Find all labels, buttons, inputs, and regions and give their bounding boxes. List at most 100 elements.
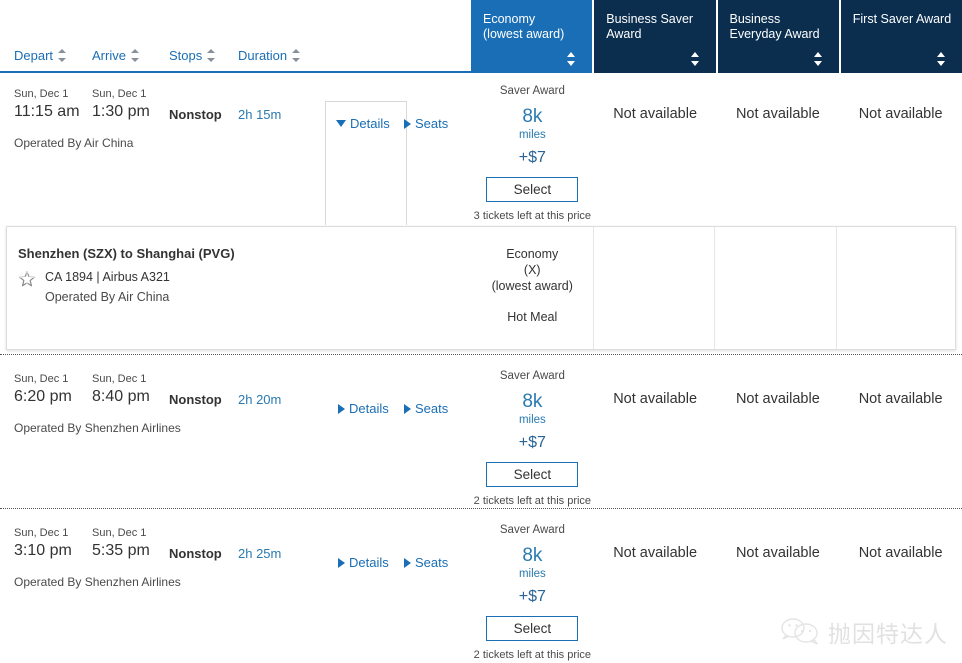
fare-grid: Saver Award 8k miles +$7 Select 2 ticket… — [471, 358, 962, 507]
details-toggle[interactable]: Details — [338, 401, 389, 416]
arrive-day: Sun, Dec 1 — [92, 527, 147, 539]
sort-arrows-icon[interactable] — [58, 49, 67, 62]
depart-block: Sun, Dec 1 3:10 pm — [14, 526, 72, 561]
flight-row[interactable]: Sun, Dec 1 11:15 am Sun, Dec 1 1:30 pm N… — [0, 73, 962, 225]
arrive-day: Sun, Dec 1 — [92, 373, 147, 385]
arrive-time: 8:40 pm — [92, 388, 150, 405]
fare-cell-economy[interactable]: Saver Award 8k miles +$7 Select 3 ticket… — [471, 73, 594, 225]
flight-details-panel: Shenzhen (SZX) to Shanghai (PVG) CA 1894… — [6, 226, 956, 350]
watermark-text: 抛因特达人 — [828, 622, 948, 648]
stops-value: Nonstop — [169, 107, 222, 122]
sort-stops[interactable]: Stops — [169, 48, 216, 63]
duration-value: 2h 20m — [238, 392, 282, 407]
details-toggle[interactable]: Details — [336, 116, 390, 131]
sort-arrows-icon[interactable] — [690, 52, 700, 66]
flight-segment-summary: Sun, Dec 1 6:20 pm Sun, Dec 1 8:40 pm No… — [0, 358, 471, 505]
tax-value: +$7 — [518, 588, 546, 605]
watermark: 抛因特达人 — [780, 615, 948, 649]
fare-header-label: Business Saver Award — [606, 12, 694, 41]
details-cabin-label: Economy (X) (lowest award) — [491, 247, 573, 293]
arrive-day: Sun, Dec 1 — [92, 88, 147, 100]
sort-arrive-label: Arrive — [92, 48, 126, 63]
not-available-label: Not available — [858, 391, 943, 407]
sort-arrive[interactable]: Arrive — [92, 48, 139, 63]
seats-toggle[interactable]: Seats — [404, 116, 448, 131]
sort-arrows-icon[interactable] — [207, 49, 216, 62]
operated-by: Operated By Air China — [14, 136, 134, 150]
flight-row[interactable]: Sun, Dec 1 6:20 pm Sun, Dec 1 8:40 pm No… — [0, 358, 962, 507]
chevron-right-icon — [338, 403, 345, 414]
tickets-left-note: 3 tickets left at this price — [473, 210, 592, 222]
duration-value: 2h 25m — [238, 546, 282, 561]
not-available-label: Not available — [858, 545, 943, 561]
seats-label: Seats — [415, 555, 449, 570]
sort-arrows-icon[interactable] — [130, 49, 139, 62]
miles-label: miles — [518, 568, 546, 580]
chevron-down-icon — [336, 120, 346, 127]
fare-header-label: Business Everyday Award — [729, 12, 820, 41]
sort-arrows-icon[interactable] — [292, 49, 301, 62]
award-name: Saver Award — [499, 370, 565, 382]
chevron-right-icon — [338, 557, 345, 568]
miles-value: 8k — [522, 106, 543, 127]
fare-header-economy[interactable]: Economy (lowest award) — [471, 0, 593, 73]
sort-arrows-icon[interactable] — [813, 52, 823, 66]
details-flight-number: CA 1894 | Airbus A321 — [45, 270, 170, 284]
select-button[interactable]: Select — [486, 462, 579, 487]
details-label: Details — [349, 555, 389, 570]
details-fare-business-saver — [592, 227, 715, 349]
miles-label: miles — [518, 414, 546, 426]
star-alliance-icon — [18, 270, 36, 288]
details-panel-left: Shenzhen (SZX) to Shanghai (PVG) CA 1894… — [7, 227, 472, 349]
sort-duration-label: Duration — [238, 48, 288, 63]
sort-depart-label: Depart — [14, 48, 54, 63]
fare-cell-business-saver: Not available — [594, 358, 717, 505]
not-available-label: Not available — [858, 106, 943, 122]
fare-cell-first-saver: Not available — [839, 73, 962, 225]
depart-day: Sun, Dec 1 — [14, 88, 69, 100]
award-name: Saver Award — [499, 524, 565, 536]
sort-arrows-icon[interactable] — [937, 52, 946, 66]
fare-cell-economy[interactable]: Saver Award 8k miles +$7 Select 2 ticket… — [471, 512, 594, 663]
fare-cell-business-saver: Not available — [594, 73, 717, 225]
not-available-label: Not available — [735, 106, 820, 122]
operated-by: Operated By Shenzhen Airlines — [14, 421, 181, 435]
seats-label: Seats — [415, 401, 449, 416]
details-toggle[interactable]: Details — [338, 555, 389, 570]
fare-cell-economy[interactable]: Saver Award 8k miles +$7 Select 2 ticket… — [471, 358, 594, 507]
details-route: Shenzhen (SZX) to Shanghai (PVG) — [18, 246, 235, 261]
tickets-left-note: 2 tickets left at this price — [473, 649, 592, 661]
row-separator — [0, 354, 962, 355]
miles-label: miles — [518, 129, 546, 141]
sort-depart[interactable]: Depart — [14, 48, 67, 63]
sort-stops-label: Stops — [169, 48, 203, 63]
not-available-label: Not available — [613, 545, 698, 561]
details-fare-grid: Economy (X) (lowest award) Hot Meal — [472, 227, 957, 349]
fare-header-business-everyday[interactable]: Business Everyday Award — [717, 0, 839, 73]
award-name: Saver Award — [499, 85, 565, 97]
chevron-right-icon — [404, 557, 411, 568]
chevron-right-icon — [404, 118, 411, 129]
select-button[interactable]: Select — [486, 177, 579, 202]
depart-day: Sun, Dec 1 — [14, 373, 69, 385]
sort-arrows-icon[interactable] — [567, 52, 576, 66]
fare-header-label: First Saver Award — [852, 12, 952, 26]
sort-duration[interactable]: Duration — [238, 48, 301, 63]
operated-by: Operated By Shenzhen Airlines — [14, 575, 181, 589]
fare-header-business-saver[interactable]: Business Saver Award — [594, 0, 716, 73]
seats-toggle[interactable]: Seats — [404, 401, 448, 416]
seats-label: Seats — [415, 116, 449, 131]
tax-value: +$7 — [518, 149, 546, 166]
fare-header-first-saver[interactable]: First Saver Award — [840, 0, 962, 73]
depart-block: Sun, Dec 1 11:15 am — [14, 87, 80, 122]
stops-value: Nonstop — [169, 392, 222, 407]
seats-toggle[interactable]: Seats — [404, 555, 448, 570]
duration-value: 2h 15m — [238, 107, 282, 122]
arrive-time: 1:30 pm — [92, 103, 150, 120]
details-label: Details — [349, 401, 389, 416]
flight-segment-summary: Sun, Dec 1 3:10 pm Sun, Dec 1 5:35 pm No… — [0, 512, 471, 663]
select-button[interactable]: Select — [486, 616, 579, 641]
fare-cell-business-saver: Not available — [594, 512, 717, 663]
details-operated-by: Operated By Air China — [45, 290, 170, 304]
fare-class-header-strip: Economy (lowest award) Business Saver Aw… — [471, 0, 962, 73]
